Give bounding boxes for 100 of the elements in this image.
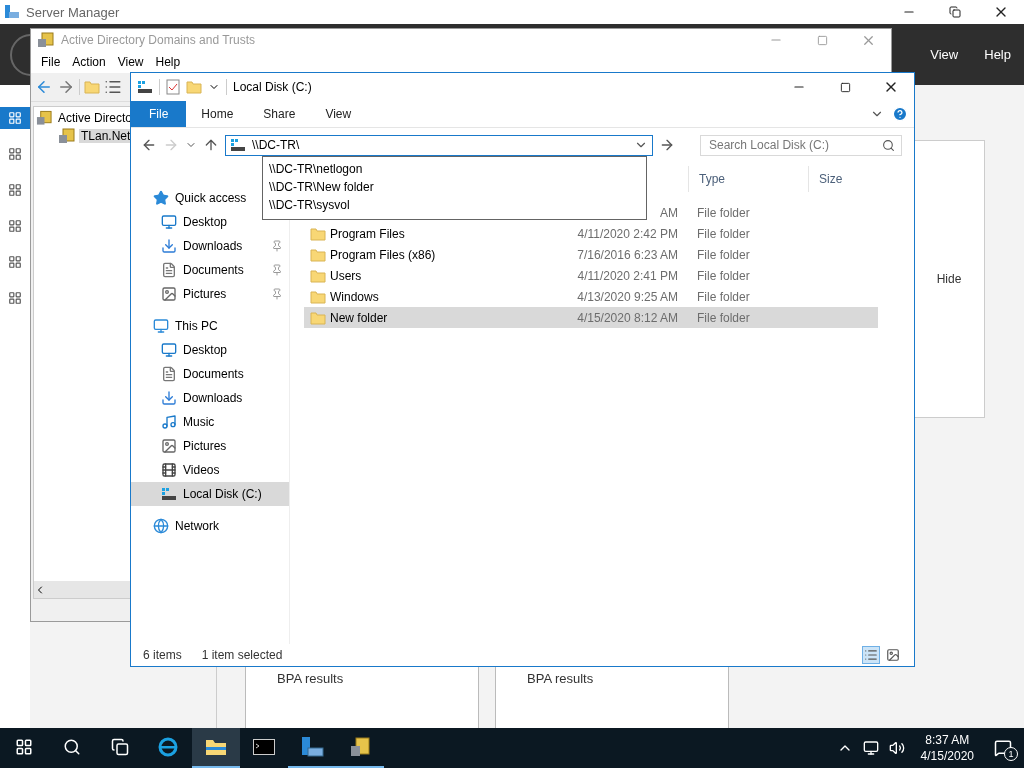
network-icon[interactable] [862,740,879,756]
folder-icon [310,288,326,305]
up-icon[interactable] [203,137,219,153]
search-field[interactable]: Search Local Disk (C:) [700,134,902,156]
folder-icon [84,79,100,95]
list-view-icon[interactable] [104,78,122,96]
column-header[interactable]: Size [808,166,882,192]
server-icon [4,4,20,20]
nav-item[interactable]: Documents [131,258,289,282]
file-name: Program Files [330,226,405,241]
film-icon [161,462,177,478]
file-type: File folder [697,289,750,304]
nav-item[interactable]: Pictures [131,282,289,306]
nav-item[interactable]: Pictures [131,434,289,458]
menu-item[interactable]: Action [66,55,112,69]
file-name: Users [330,268,362,283]
server-icon [300,736,324,758]
folder-icon [310,267,326,284]
search-icon [63,738,81,756]
image-icon [161,286,177,302]
sidebar-icon[interactable] [0,107,30,129]
back-icon[interactable] [35,78,53,96]
nav-item[interactable]: Quick access [131,186,253,210]
nav-item[interactable]: Documents [131,362,289,386]
restore-icon [949,6,961,18]
terminal-icon [253,739,275,755]
properties-icon[interactable] [166,79,180,95]
file-type: File folder [697,268,750,283]
domain-icon [37,32,55,48]
file-row[interactable]: Program Files 4/11/2020 2:42 PM File folder [304,223,878,244]
date-modified: 4/11/2020 2:42 PM [577,226,678,241]
star-icon [153,190,169,206]
document-icon [161,262,177,278]
domain-icon [58,128,76,144]
folder-icon [310,246,326,263]
menu-item[interactable]: File [35,55,67,69]
file-name: Windows [330,289,379,304]
volume-icon[interactable] [888,740,905,756]
taskbar-button[interactable] [192,728,240,768]
network-icon [153,518,169,534]
file-row[interactable]: Users 4/11/2020 2:41 PM File folder [304,265,878,286]
file-type: File folder [697,247,750,262]
file-row[interactable]: Program Files (x86) 7/16/2016 6:23 AM File folder [304,244,878,265]
nav-item[interactable]: This PC [131,314,224,338]
download-icon [161,390,177,406]
nav-item[interactable]: Videos [131,458,289,482]
details-icon [864,648,878,662]
column-header[interactable]: Type [688,166,808,192]
go-icon[interactable] [659,137,675,153]
domain-icon [36,110,53,126]
help-icon[interactable] [892,106,908,122]
nav-item[interactable]: Local Disk (C:) [131,482,289,506]
suggestion-item[interactable]: \\DC-TR\New folder [269,178,374,196]
date-modified: 4/13/2020 9:25 AM [577,289,678,304]
windows-icon [15,738,33,756]
date-modified: AM [660,205,678,220]
desktop-icon [161,342,177,358]
status-text: 1 item selected [201,648,283,662]
file-row[interactable]: New folder 4/15/2020 8:12 AM File folder [304,307,878,328]
file-type: File folder [697,205,750,220]
tile-label: BPA results [495,666,729,728]
menu-item[interactable]: Help [149,55,187,69]
ribbon-tab[interactable]: View [310,101,367,127]
menu-item[interactable]: Help [971,47,1024,62]
nav-item[interactable]: Network [131,514,225,538]
date-modified: 4/15/2020 8:12 AM [577,310,678,325]
ribbon-tab[interactable]: File [131,101,187,127]
ribbon-tab[interactable]: Share [248,101,311,127]
nav-item[interactable]: Downloads [131,386,289,410]
tree-item[interactable]: TLan.Net [79,129,133,143]
forward-icon[interactable] [57,78,75,96]
suggestion-item[interactable]: \\DC-TR\netlogon [269,160,363,178]
hide-link[interactable]: Hide [936,272,962,286]
desktop-icon [161,214,177,230]
address-field[interactable]: \\DC-TR\ [225,134,653,156]
nav-item[interactable]: Desktop [131,338,289,362]
folder-icon [186,79,202,95]
domain-icon [349,736,371,758]
back-icon[interactable] [141,137,157,153]
date-modified: 7/16/2016 6:23 AM [577,247,678,262]
file-row[interactable]: Windows 4/13/2020 9:25 AM File folder [304,286,878,307]
date-modified: 4/11/2020 2:41 PM [577,268,678,283]
window-title: Server Manager [26,4,120,20]
details-view-button[interactable] [862,646,880,664]
drive-icon [230,138,246,152]
window-title: Local Disk (C:) [233,80,312,94]
search-icon [882,138,895,152]
document-icon [161,366,177,382]
large-icons-button[interactable] [884,646,902,664]
nav-item[interactable]: Music [131,410,289,434]
ribbon-tab[interactable]: Home [186,101,249,127]
nav-item[interactable]: Downloads [131,234,289,258]
tree-item[interactable]: Active Directo [55,111,134,125]
menu-item[interactable]: View [111,55,150,69]
computer-icon [153,318,169,334]
file-name: Program Files (x86) [330,247,436,262]
clock[interactable]: 8:37 AM 4/15/2020 [914,732,980,764]
folder-icon [310,225,326,242]
image-icon [886,648,900,662]
menu-item[interactable]: View [917,47,972,62]
